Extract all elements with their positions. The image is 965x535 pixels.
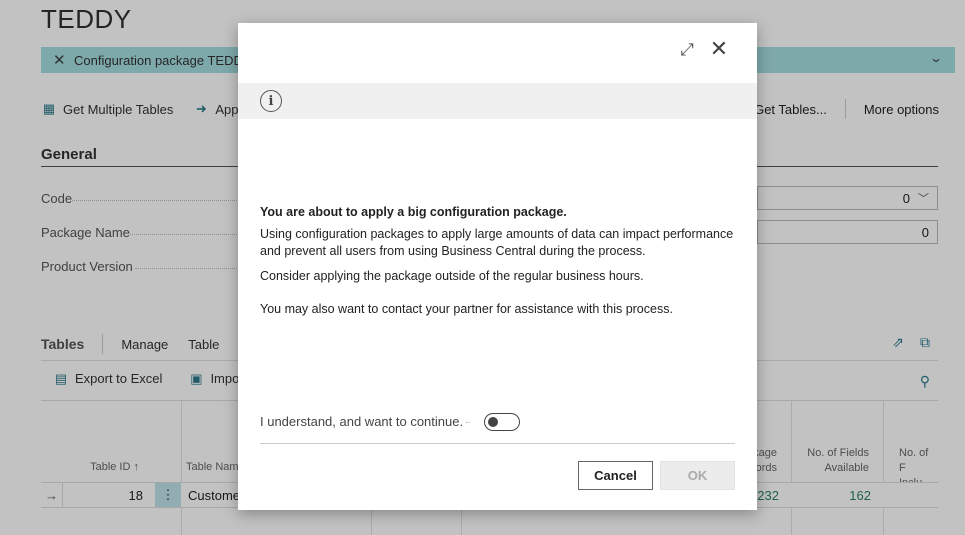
ok-button[interactable]: OK	[660, 461, 735, 490]
apply-package-dialog: ⤢ ✕ i You are about to apply a big confi…	[238, 23, 757, 510]
toggle-knob	[488, 416, 498, 427]
dialog-paragraph-business-hours: Consider applying the package outside of…	[260, 269, 644, 283]
expand-icon[interactable]: ⤢	[678, 40, 696, 59]
dialog-divider	[260, 443, 735, 444]
understand-toggle-label: I understand, and want to continue.	[260, 414, 464, 429]
info-band: i	[238, 83, 757, 119]
info-icon: i	[260, 90, 282, 112]
dialog-paragraph-partner: You may also want to contact your partne…	[260, 302, 673, 316]
toggle-dots	[466, 422, 470, 423]
close-icon[interactable]: ✕	[709, 38, 729, 60]
dialog-paragraph-performance: Using configuration packages to apply la…	[260, 227, 734, 258]
understand-toggle[interactable]	[484, 413, 520, 431]
cancel-button[interactable]: Cancel	[578, 461, 653, 490]
dialog-heading: You are about to apply a big configurati…	[260, 205, 567, 219]
